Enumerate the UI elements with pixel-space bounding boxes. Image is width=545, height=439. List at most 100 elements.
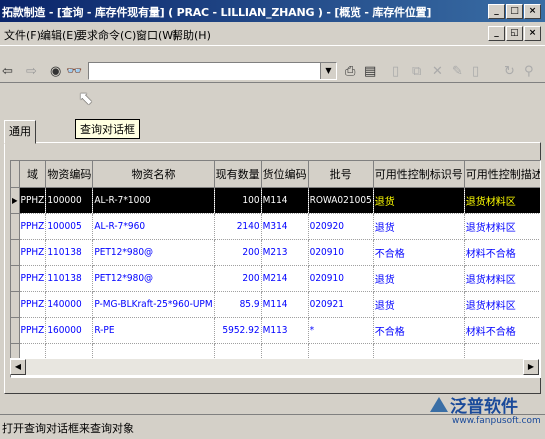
cell-material-code[interactable]: 160000 [45, 317, 94, 344]
column-header-location-code[interactable]: 货位编码 [261, 161, 309, 188]
scroll-right-icon[interactable]: ▶ [523, 359, 539, 375]
cell-availability-id[interactable]: 不合格 [373, 317, 465, 344]
cell-location-code[interactable]: M114 [261, 187, 309, 214]
cell-availability-desc[interactable]: 材料不合格 [464, 239, 540, 266]
duplicate-icon[interactable]: ⧉ [412, 64, 421, 79]
cell-location-code[interactable]: M113 [261, 317, 309, 344]
table-row[interactable]: PPHZ 110138 PET12*980@ 200 M214 020910 退货 退货材料区 [11, 265, 540, 292]
row-header[interactable] [11, 265, 20, 292]
cell-location-code[interactable]: M213 [261, 239, 309, 266]
save-icon[interactable]: ▯ [472, 64, 479, 79]
cell-material-name[interactable]: PET12*980@ [92, 265, 215, 292]
cell-domain[interactable]: PPHZ [19, 239, 47, 266]
scroll-left-icon[interactable]: ◀ [10, 359, 26, 375]
cell-availability-desc[interactable]: 退货材料区 [464, 213, 540, 240]
row-header[interactable] [11, 317, 20, 344]
column-header-quantity[interactable]: 现有数量 [214, 161, 262, 188]
back-icon[interactable]: ⇦ [2, 64, 13, 79]
cell-material-code[interactable]: 100005 [45, 213, 94, 240]
print-icon[interactable]: ⎙ [345, 64, 355, 79]
column-header-batch[interactable]: 批号 [308, 161, 374, 188]
search-icon[interactable]: ⚲ [524, 64, 534, 79]
cell-availability-desc[interactable]: 材料不合格 [464, 317, 540, 344]
cell-quantity[interactable]: 85.9 [214, 291, 262, 318]
table-row[interactable]: PPHZ 160000 R-PE 5952.92 M113 * 不合格 材料不合格 [11, 317, 540, 344]
cell-location-code[interactable]: M314 [261, 213, 309, 240]
cell-material-code[interactable]: 100000 [45, 187, 94, 214]
cell-material-name[interactable]: P-MG-BLKraft-25*960-UPM [92, 291, 215, 318]
cell-quantity[interactable]: 100 [214, 187, 262, 214]
new-icon[interactable]: ▯ [392, 64, 399, 79]
cell-domain[interactable]: PPHZ [19, 317, 47, 344]
cell-quantity[interactable]: 200 [214, 265, 262, 292]
cell-domain[interactable]: PPHZ [19, 213, 47, 240]
cell-availability-id[interactable]: 退货 [373, 265, 465, 292]
menu-file[interactable]: 文件(F) [4, 27, 41, 43]
cell-material-name[interactable]: PET12*980@ [92, 239, 215, 266]
horizontal-scrollbar[interactable]: ◀ ▶ [10, 358, 539, 375]
column-header-material-name[interactable]: 物资名称 [92, 161, 215, 188]
column-header-availability-id[interactable]: 可用性控制标识号 [373, 161, 465, 188]
menu-edit[interactable]: 编辑(E) [40, 27, 78, 43]
cell-batch[interactable]: * [308, 317, 374, 344]
column-header-material-code[interactable]: 物资编码 [45, 161, 94, 188]
cell-batch[interactable]: 020910 [308, 265, 374, 292]
mdi-restore-icon[interactable]: ◱ [506, 26, 523, 41]
cell-availability-id[interactable]: 退货 [373, 213, 465, 240]
cell-location-code[interactable]: M214 [261, 265, 309, 292]
cell-batch[interactable]: ROWA021005 [308, 187, 374, 214]
cell-batch[interactable]: 020920 [308, 213, 374, 240]
cell-availability-desc[interactable]: 退货材料区 [464, 187, 540, 214]
cell-material-code[interactable]: 110138 [45, 239, 94, 266]
binoculars-icon[interactable]: 👓 [66, 64, 82, 79]
cell-domain[interactable]: PPHZ [19, 265, 47, 292]
column-header-availability-desc[interactable]: 可用性控制描述 [464, 161, 540, 188]
table-row[interactable]: PPHZ 100005 AL-R-7*960 2140 M314 020920 退货 退货材料… [11, 213, 540, 240]
results-table: 域 物资编码 物资名称 现有数量 货位编码 批号 可用性控制标识号 可用性控制描… [11, 161, 540, 370]
logo-name: 泛普软件 [450, 397, 518, 417]
forward-icon[interactable]: ⇨ [26, 64, 37, 79]
cell-availability-id[interactable]: 退货 [373, 187, 465, 214]
menu-command[interactable]: 要求命令(C) [76, 27, 136, 43]
cell-material-name[interactable]: AL-R-7*1000 [92, 187, 215, 214]
query-combobox[interactable]: ▼ [88, 62, 337, 80]
chevron-down-icon[interactable]: ▼ [320, 63, 336, 79]
cell-batch[interactable]: 020921 [308, 291, 374, 318]
query-icon[interactable]: ◉ [50, 64, 61, 79]
mdi-close-icon[interactable]: × [524, 26, 541, 41]
cell-material-code[interactable]: 110138 [45, 265, 94, 292]
edit-icon[interactable]: ✎ [452, 64, 463, 79]
row-header[interactable] [11, 291, 20, 318]
cell-availability-desc[interactable]: 退货材料区 [464, 291, 540, 318]
cell-quantity[interactable]: 5952.92 [214, 317, 262, 344]
mdi-minimize-icon[interactable]: _ [488, 26, 505, 41]
cell-availability-desc[interactable]: 退货材料区 [464, 265, 540, 292]
row-header[interactable] [11, 239, 20, 266]
table-row[interactable]: PPHZ 110138 PET12*980@ 200 M213 020910 不合格 材料不合… [11, 239, 540, 266]
cell-quantity[interactable]: 200 [214, 239, 262, 266]
row-header[interactable]: ▶ [11, 187, 20, 214]
cell-material-name[interactable]: R-PE [92, 317, 215, 344]
print-preview-icon[interactable]: ▤ [364, 64, 376, 79]
refresh-icon[interactable]: ↻ [504, 64, 515, 79]
cell-availability-id[interactable]: 退货 [373, 291, 465, 318]
cell-domain[interactable]: PPHZ [19, 187, 47, 214]
maximize-icon[interactable]: □ [506, 4, 523, 19]
table-row[interactable]: ▶ PPHZ 100000 AL-R-7*1000 100 M114 ROWA021005 退… [11, 187, 540, 214]
cell-material-name[interactable]: AL-R-7*960 [92, 213, 215, 240]
cell-batch[interactable]: 020910 [308, 239, 374, 266]
menu-help[interactable]: 帮助(H) [172, 27, 211, 43]
tooltip: 查询对话框 [75, 119, 140, 139]
cell-location-code[interactable]: M114 [261, 291, 309, 318]
cell-quantity[interactable]: 2140 [214, 213, 262, 240]
row-header[interactable] [11, 213, 20, 240]
close-icon[interactable]: × [524, 4, 541, 19]
cell-availability-id[interactable]: 不合格 [373, 239, 465, 266]
column-header-domain[interactable]: 域 [19, 161, 47, 188]
cell-domain[interactable]: PPHZ [19, 291, 47, 318]
delete-icon[interactable]: ✕ [432, 64, 443, 79]
minimize-icon[interactable]: _ [488, 4, 505, 19]
tab-general[interactable]: 通用 [4, 120, 36, 144]
cell-material-code[interactable]: 140000 [45, 291, 94, 318]
table-row[interactable]: PPHZ 140000 P-MG-BLKraft-25*960-UPM 85.9 M11… [11, 291, 540, 318]
